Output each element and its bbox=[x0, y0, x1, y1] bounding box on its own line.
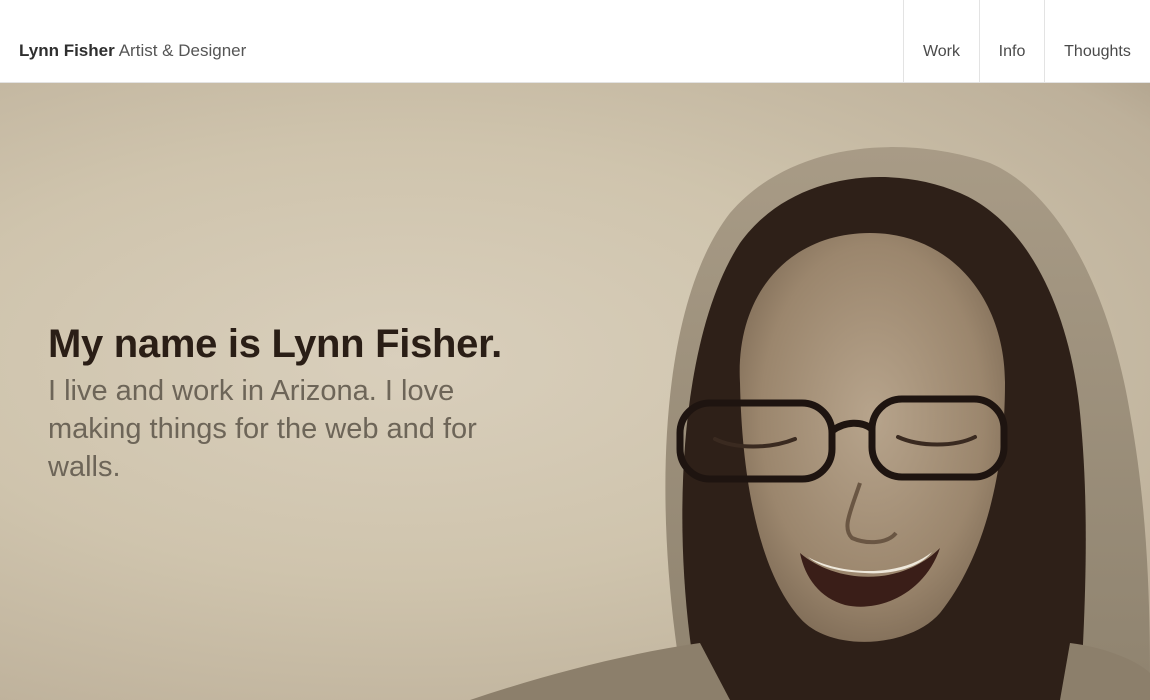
hero-title: My name is Lynn Fisher. bbox=[48, 322, 502, 366]
site-brand[interactable]: Lynn Fisher Artist & Designer bbox=[19, 40, 246, 62]
hero-section: My name is Lynn Fisher. I live and work … bbox=[0, 83, 1150, 700]
hero-text: My name is Lynn Fisher. I live and work … bbox=[48, 320, 518, 486]
brand-name: Lynn Fisher bbox=[19, 41, 115, 60]
nav-info[interactable]: Info bbox=[979, 0, 1044, 83]
brand-tagline: Artist & Designer bbox=[118, 41, 247, 60]
site-header: Lynn Fisher Artist & Designer Work Info T… bbox=[0, 0, 1150, 83]
hero-intro: I live and work in Arizona. I love makin… bbox=[48, 375, 477, 483]
nav-thoughts[interactable]: Thoughts bbox=[1044, 0, 1150, 83]
main-nav: Work Info Thoughts bbox=[903, 0, 1150, 83]
portrait-photo bbox=[470, 147, 1150, 700]
nav-work[interactable]: Work bbox=[903, 0, 979, 83]
